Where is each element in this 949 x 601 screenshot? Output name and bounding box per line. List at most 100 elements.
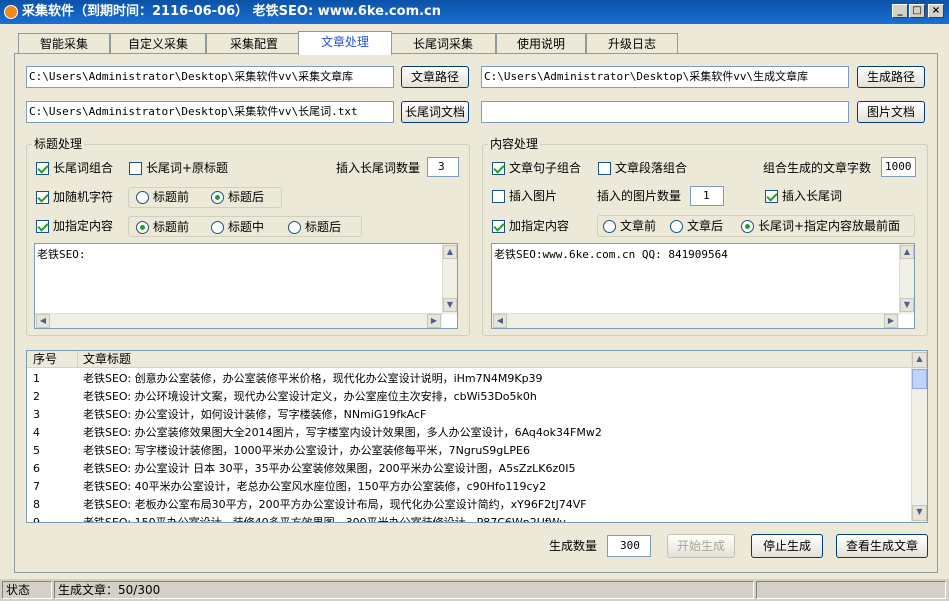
- article-before-radio[interactable]: [603, 220, 616, 233]
- content-process-title: 内容处理: [488, 136, 541, 152]
- tab-changelog[interactable]: 升级日志: [586, 33, 678, 54]
- title-add-content-label: 加指定内容: [53, 219, 114, 233]
- row-title: 老铁SEO: 150平办公室设计，装修40多平方效果图，300平米办公室装修设计…: [83, 516, 566, 523]
- tab-collect-config[interactable]: 采集配置: [206, 33, 302, 54]
- tab-longtail-collect[interactable]: 长尾词采集: [390, 33, 496, 54]
- paragraph-combine-checkbox[interactable]: [598, 162, 611, 175]
- scroll-down-icon[interactable]: ▼: [443, 298, 457, 312]
- tab-article-process[interactable]: 文章处理: [298, 31, 392, 55]
- scroll-down-icon[interactable]: ▼: [900, 298, 914, 312]
- row-index: 6: [33, 462, 40, 475]
- output-path-button[interactable]: 生成路径: [857, 66, 925, 88]
- row-title: 老铁SEO: 办公环境设计文案，现代办公室设计定义，办公室座位主次安排，cbWi…: [83, 390, 537, 403]
- source-path-button[interactable]: 文章路径: [401, 66, 469, 88]
- insert-image-label: 插入图片: [509, 189, 558, 203]
- row-title: 老铁SEO: 办公室设计 日本 30平，35平办公室装修效果图，200平米办公室…: [83, 462, 576, 475]
- random-chars-checkbox[interactable]: [36, 191, 49, 204]
- tab-instructions[interactable]: 使用说明: [496, 33, 586, 54]
- longtail-front-radio[interactable]: [741, 220, 754, 233]
- longtail-combine-checkbox[interactable]: [36, 162, 49, 175]
- article-after-radio[interactable]: [670, 220, 683, 233]
- table-row[interactable]: 2 老铁SEO: 办公环境设计文案，现代办公室设计定义，办公室座位主次安排，cbW…: [27, 388, 911, 406]
- image-path-input[interactable]: [481, 101, 849, 123]
- longtail-front-label: 长尾词+指定内容放最前面: [758, 219, 901, 233]
- scroll-up-icon[interactable]: ▲: [912, 352, 927, 368]
- title-after-radio[interactable]: [288, 221, 301, 234]
- row-index: 9: [33, 516, 40, 523]
- scroll-right-icon[interactable]: ▶: [884, 314, 898, 328]
- scroll-down-icon[interactable]: ▼: [912, 505, 927, 521]
- row-index: 4: [33, 426, 40, 439]
- source-path-input[interactable]: C:\Users\Administrator\Desktop\采集软件vv\采集…: [26, 66, 394, 88]
- status-state: 状态: [2, 581, 52, 599]
- table-row[interactable]: 3 老铁SEO: 办公室设计，如何设计装修，写字楼装修，NNmiG19fkAcF: [27, 406, 911, 424]
- title-content-text: 老铁SEO:: [37, 248, 86, 261]
- longtail-combine-label: 长尾词组合: [53, 161, 114, 175]
- table-row[interactable]: 6 老铁SEO: 办公室设计 日本 30平，35平办公室装修效果图，200平米办公…: [27, 460, 911, 478]
- row-title: 老铁SEO: 办公室装修效果图大全2014图片，写字楼室内设计效果图，多人办公室…: [83, 426, 602, 439]
- close-button[interactable]: ×: [928, 4, 944, 18]
- sentence-combine-label: 文章句子组合: [509, 161, 582, 175]
- insert-image-checkbox[interactable]: [492, 190, 505, 203]
- col-title-header[interactable]: 文章标题: [83, 351, 131, 368]
- minimize-button[interactable]: _: [892, 4, 908, 18]
- row-index: 2: [33, 390, 40, 403]
- insert-longtail-label: 插入长尾词: [782, 189, 843, 203]
- table-row[interactable]: 4 老铁SEO: 办公室装修效果图大全2014图片，写字楼室内设计效果图，多人办公…: [27, 424, 911, 442]
- table-row[interactable]: 5 老铁SEO: 写字楼设计装修图，1000平米办公室设计，办公室装修每平米，7N…: [27, 442, 911, 460]
- char-count-label: 组合生成的文章字数: [763, 161, 872, 175]
- scroll-up-icon[interactable]: ▲: [443, 245, 457, 259]
- scroll-right-icon[interactable]: ▶: [427, 314, 441, 328]
- random-chars-label: 加随机字符: [53, 190, 114, 204]
- paragraph-combine-label: 文章段落组合: [615, 161, 688, 175]
- list-header: 序号 文章标题: [27, 351, 911, 368]
- list-scroll-thumb[interactable]: [912, 369, 927, 389]
- longtail-plus-title-label: 长尾词+原标题: [146, 161, 229, 175]
- tab-custom-collect[interactable]: 自定义采集: [110, 33, 206, 54]
- row-index: 7: [33, 480, 40, 493]
- row-title: 老铁SEO: 办公室设计，如何设计装修，写字楼装修，NNmiG19fkAcF: [83, 408, 427, 421]
- sentence-combine-checkbox[interactable]: [492, 162, 505, 175]
- row-title: 老铁SEO: 创意办公室装修，办公室装修平米价格，现代化办公室设计说明，iHm7…: [83, 372, 543, 385]
- count-input[interactable]: 300: [607, 535, 651, 557]
- char-count-input[interactable]: 1000: [881, 157, 916, 177]
- longtail-doc-button[interactable]: 长尾词文档: [401, 101, 469, 123]
- title-textarea-hscroll[interactable]: [35, 313, 442, 328]
- table-row[interactable]: 8 老铁SEO: 老板办公室布局30平方，200平方办公室设计布局，现代化办公室设…: [27, 496, 911, 514]
- row-index: 5: [33, 444, 40, 457]
- image-count-input[interactable]: 1: [690, 186, 724, 206]
- table-row[interactable]: 1 老铁SEO: 创意办公室装修，办公室装修平米价格，现代化办公室设计说明，iHm…: [27, 370, 911, 388]
- scroll-left-icon[interactable]: ◀: [493, 314, 507, 328]
- longtail-path-input[interactable]: C:\Users\Administrator\Desktop\采集软件vv\长尾…: [26, 101, 394, 123]
- title-process-title: 标题处理: [32, 136, 85, 152]
- table-row[interactable]: 9 老铁SEO: 150平办公室设计，装修40多平方效果图，300平米办公室装修设…: [27, 514, 911, 523]
- title-middle-label: 标题中: [228, 220, 265, 234]
- random-after-radio[interactable]: [211, 191, 224, 204]
- insert-longtail-checkbox[interactable]: [765, 190, 778, 203]
- article-list[interactable]: 序号 文章标题 1 老铁SEO: 创意办公室装修，办公室装修平米价格，现代化办公室…: [26, 350, 928, 523]
- article-before-label: 文章前: [620, 219, 657, 233]
- title-before-radio[interactable]: [136, 221, 149, 234]
- random-before-radio[interactable]: [136, 191, 149, 204]
- tab-smart-collect[interactable]: 智能采集: [18, 33, 110, 54]
- content-textarea-hscroll[interactable]: [492, 313, 899, 328]
- view-articles-button[interactable]: 查看生成文章: [836, 534, 928, 558]
- col-index-header[interactable]: 序号: [33, 351, 57, 368]
- image-doc-button[interactable]: 图片文档: [857, 101, 925, 123]
- title-bar: 采集软件（到期时间：2116-06-06） 老铁SEO: www.6ke.com…: [0, 0, 949, 24]
- title-middle-radio[interactable]: [211, 221, 224, 234]
- title-add-content-checkbox[interactable]: [36, 220, 49, 233]
- row-index: 8: [33, 498, 40, 511]
- content-add-checkbox[interactable]: [492, 220, 505, 233]
- insert-count-input[interactable]: 3: [427, 157, 459, 177]
- longtail-plus-title-checkbox[interactable]: [129, 162, 142, 175]
- table-row[interactable]: 7 老铁SEO: 40平米办公室设计，老总办公室风水座位图，150平方办公室装修，…: [27, 478, 911, 496]
- output-path-input[interactable]: C:\Users\Administrator\Desktop\采集软件vv\生成…: [481, 66, 849, 88]
- window-title: 采集软件（到期时间：2116-06-06） 老铁SEO: www.6ke.com…: [22, 4, 442, 19]
- stop-button[interactable]: 停止生成: [751, 534, 823, 558]
- scroll-up-icon[interactable]: ▲: [900, 245, 914, 259]
- start-button[interactable]: 开始生成: [667, 534, 735, 558]
- row-title: 老铁SEO: 40平米办公室设计，老总办公室风水座位图，150平方办公室装修，c…: [83, 480, 547, 493]
- maximize-button[interactable]: □: [909, 4, 925, 18]
- scroll-left-icon[interactable]: ◀: [36, 314, 50, 328]
